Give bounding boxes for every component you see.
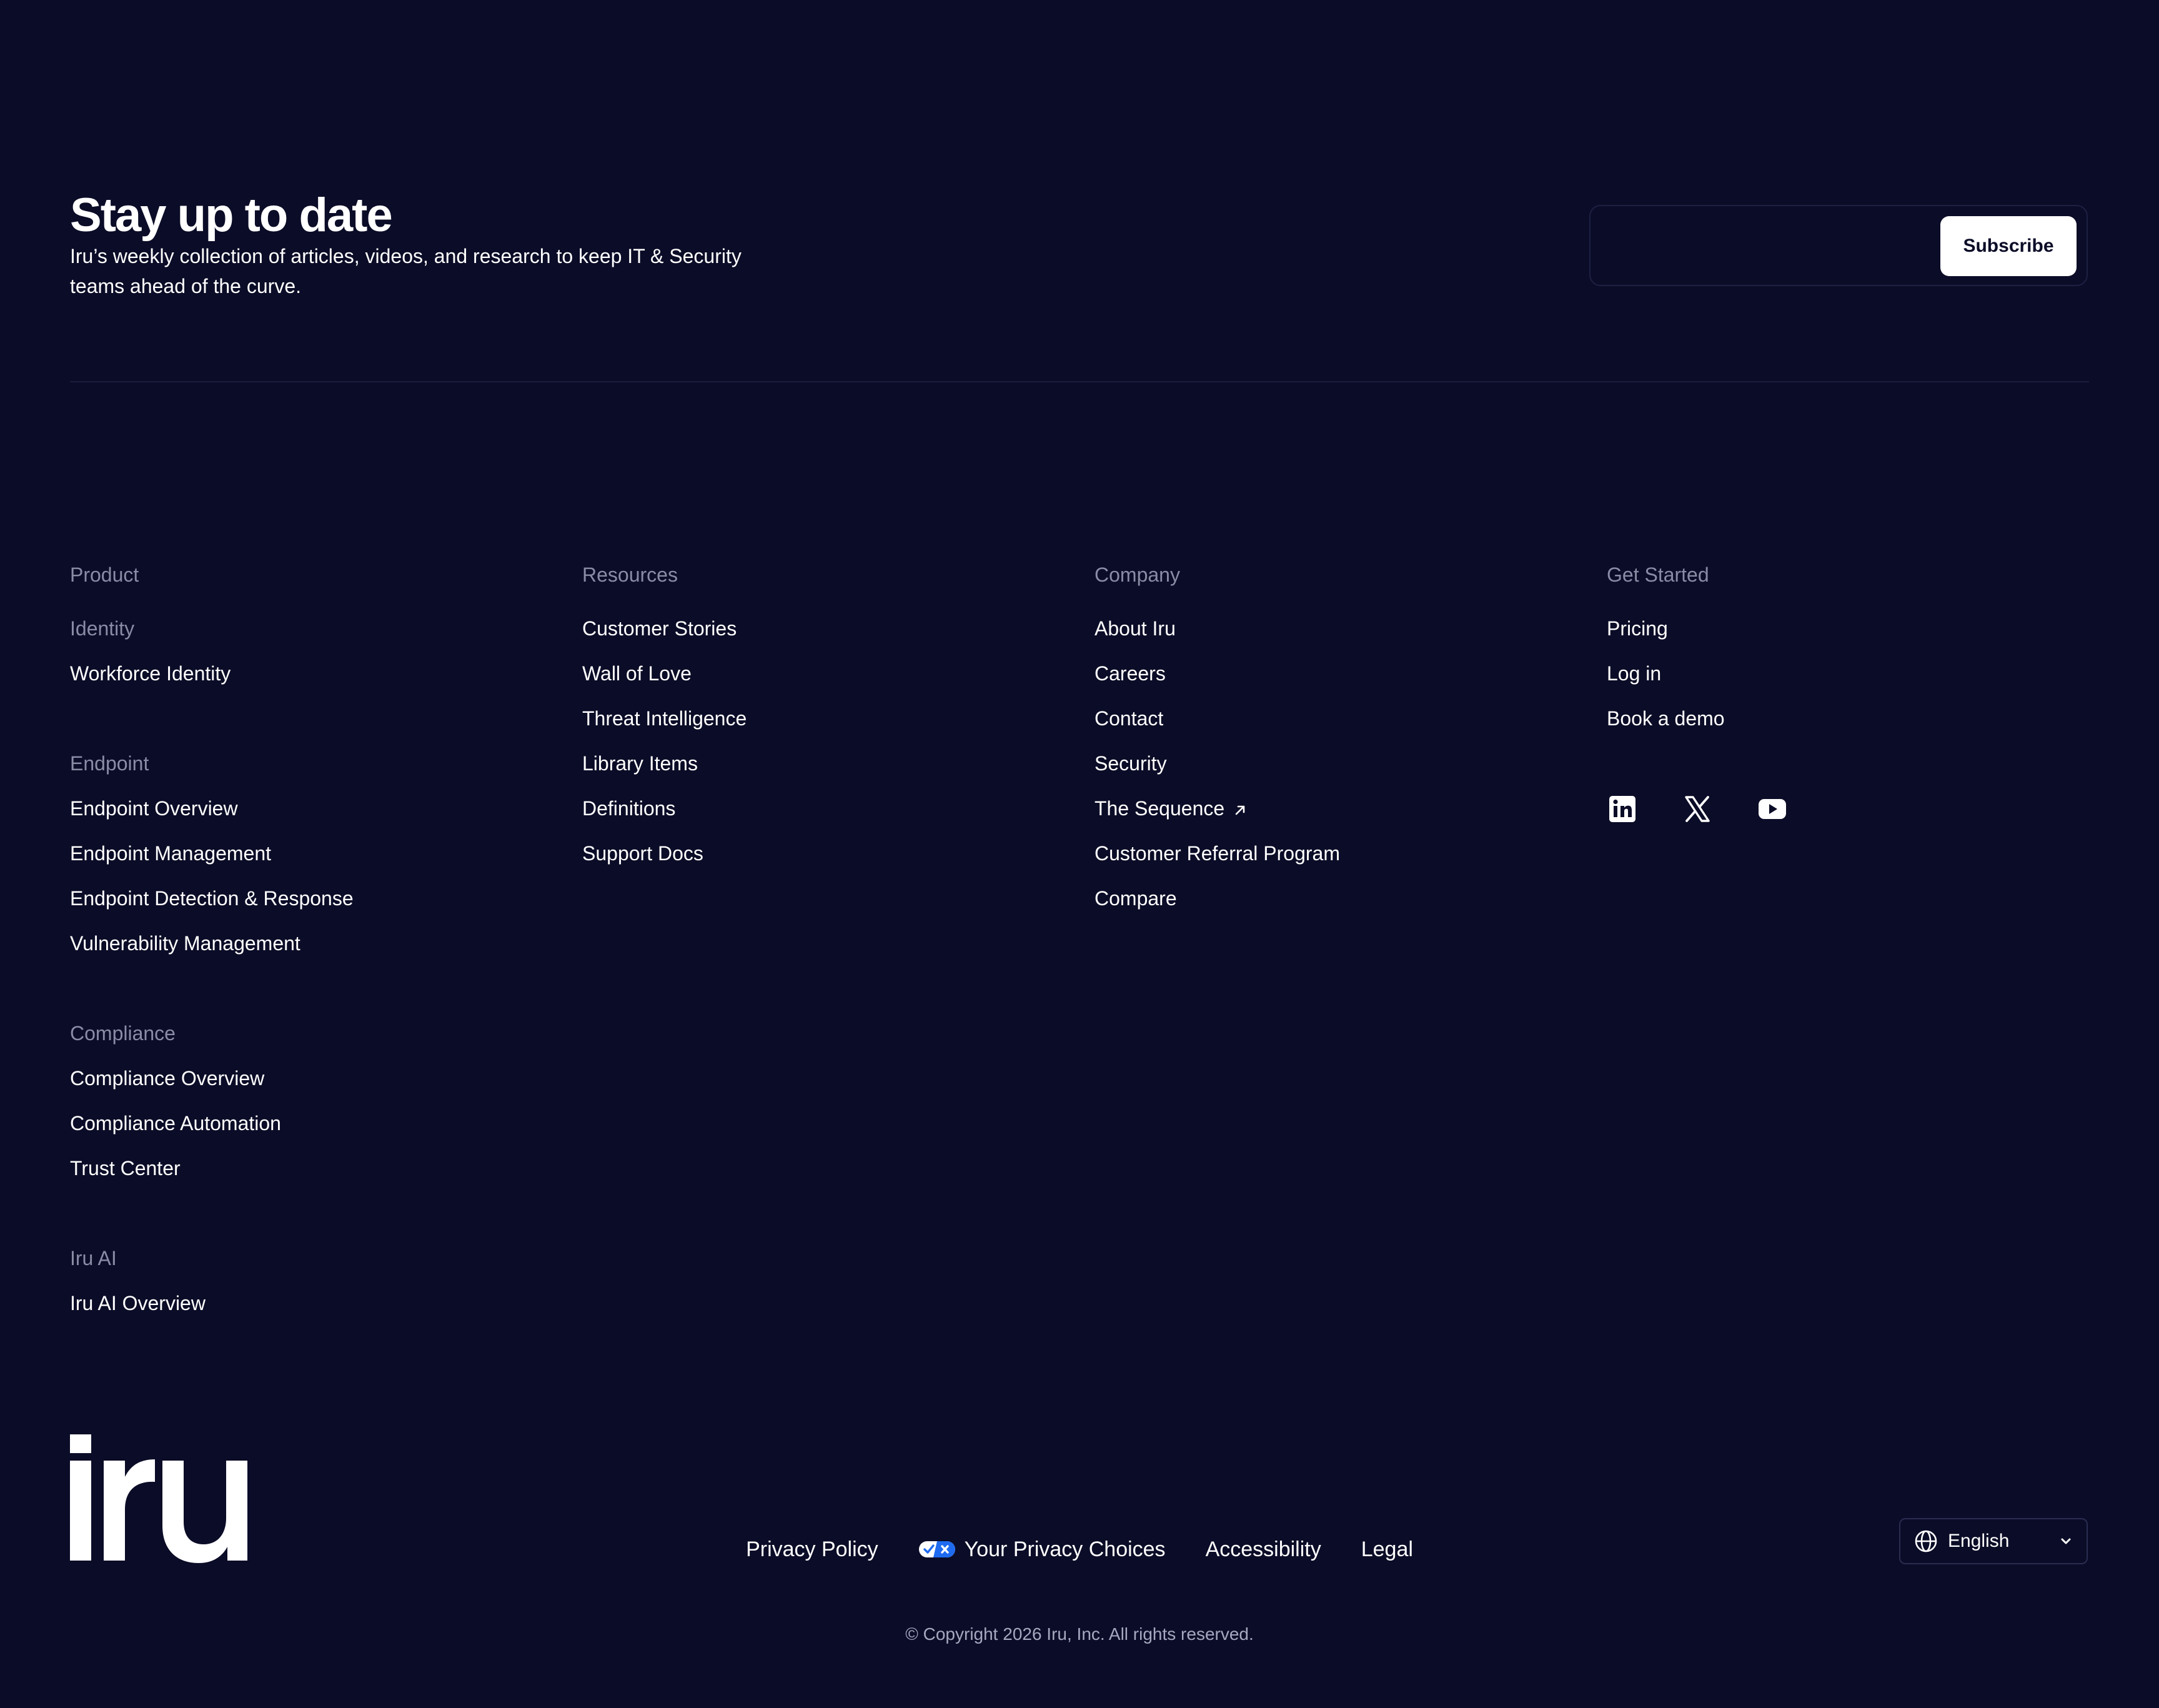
- group-heading-identity: Identity: [70, 617, 135, 640]
- newsletter-form: Subscribe: [1589, 205, 2088, 286]
- link-log-in[interactable]: Log in: [1607, 661, 2082, 706]
- youtube-icon: [1759, 799, 1786, 819]
- language-selected-value: English: [1948, 1531, 2010, 1551]
- youtube-link[interactable]: [1757, 793, 1788, 825]
- link-definitions[interactable]: Definitions: [582, 796, 1057, 841]
- link-threat-intelligence[interactable]: Threat Intelligence: [582, 706, 1057, 751]
- newsletter-title: Stay up to date: [70, 189, 393, 242]
- privacy-policy-link[interactable]: Privacy Policy: [746, 1534, 878, 1564]
- chevron-down-icon: [2061, 1538, 2071, 1544]
- section-divider: [70, 381, 2089, 382]
- link-security[interactable]: Security: [1094, 751, 1569, 796]
- footer-column-company: Company About Iru Careers Contact Securi…: [1094, 562, 1569, 931]
- column-heading-get-started: Get Started: [1607, 564, 1709, 586]
- social-links: [1607, 793, 1788, 825]
- linkedin-link[interactable]: [1607, 793, 1638, 825]
- link-workforce-identity[interactable]: Workforce Identity: [70, 661, 545, 706]
- external-link-icon: [1235, 805, 1245, 815]
- link-endpoint-overview[interactable]: Endpoint Overview: [70, 796, 545, 841]
- footer-column-resources: Resources Customer Stories Wall of Love …: [582, 562, 1057, 886]
- column-heading-company: Company: [1094, 564, 1180, 586]
- email-input[interactable]: [1606, 221, 1958, 272]
- column-heading-product: Product: [70, 564, 139, 586]
- link-support-docs[interactable]: Support Docs: [582, 841, 1057, 886]
- privacy-choices-icon: [918, 1541, 955, 1557]
- link-pricing[interactable]: Pricing: [1607, 616, 2082, 661]
- link-book-a-demo[interactable]: Book a demo: [1607, 706, 2082, 751]
- link-careers[interactable]: Careers: [1094, 661, 1569, 706]
- x-icon: [1685, 796, 1710, 822]
- link-trust-center[interactable]: Trust Center: [70, 1156, 545, 1201]
- link-the-sequence-label: The Sequence: [1094, 797, 1225, 820]
- link-endpoint-management[interactable]: Endpoint Management: [70, 841, 545, 886]
- subscribe-button[interactable]: Subscribe: [1940, 216, 2077, 276]
- link-customer-referral-program[interactable]: Customer Referral Program: [1094, 841, 1569, 886]
- accessibility-link[interactable]: Accessibility: [1206, 1534, 1321, 1564]
- link-the-sequence[interactable]: The Sequence: [1094, 796, 1569, 841]
- footer-column-get-started: Get Started Pricing Log in Book a demo: [1607, 562, 2082, 751]
- x-link[interactable]: [1682, 793, 1713, 825]
- privacy-choices-link[interactable]: Your Privacy Choices: [918, 1534, 1166, 1564]
- link-compare[interactable]: Compare: [1094, 886, 1569, 931]
- column-heading-resources: Resources: [582, 564, 678, 586]
- link-iru-ai-overview[interactable]: Iru AI Overview: [70, 1291, 545, 1336]
- link-compliance-automation[interactable]: Compliance Automation: [70, 1111, 545, 1156]
- link-wall-of-love[interactable]: Wall of Love: [582, 661, 1057, 706]
- link-contact[interactable]: Contact: [1094, 706, 1569, 751]
- linkedin-icon: [1609, 796, 1635, 822]
- language-selector[interactable]: English: [1899, 1518, 2088, 1564]
- group-heading-endpoint: Endpoint: [70, 752, 149, 775]
- globe-icon: [1915, 1530, 1937, 1552]
- group-heading-compliance: Compliance: [70, 1022, 176, 1045]
- newsletter-description: Iru’s weekly collection of articles, vid…: [70, 245, 742, 297]
- link-customer-stories[interactable]: Customer Stories: [582, 616, 1057, 661]
- link-compliance-overview[interactable]: Compliance Overview: [70, 1066, 545, 1111]
- link-about-iru[interactable]: About Iru: [1094, 616, 1569, 661]
- link-endpoint-detection-response[interactable]: Endpoint Detection & Response: [70, 886, 545, 931]
- privacy-choices-label: Your Privacy Choices: [964, 1537, 1166, 1561]
- legal-links: Privacy Policy Your Privacy Choices Acce…: [0, 1534, 2159, 1564]
- legal-link[interactable]: Legal: [1361, 1534, 1413, 1564]
- link-library-items[interactable]: Library Items: [582, 751, 1057, 796]
- group-heading-iru-ai: Iru AI: [70, 1247, 117, 1269]
- copyright-text: © Copyright 2026 Iru, Inc. All rights re…: [905, 1624, 1254, 1644]
- link-vulnerability-management[interactable]: Vulnerability Management: [70, 931, 545, 976]
- footer-column-product: Product Identity Workforce Identity Endp…: [70, 562, 545, 1336]
